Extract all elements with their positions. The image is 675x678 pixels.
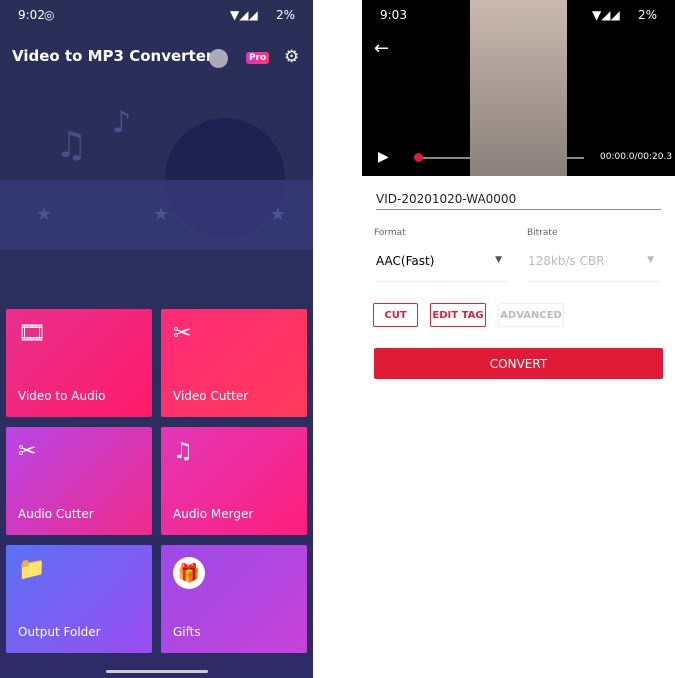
nav-handle[interactable]	[106, 670, 208, 673]
format-select[interactable]: AAC(Fast) ▼	[376, 254, 508, 282]
music-note-icon: ♫	[55, 125, 88, 166]
music-note-icon: ♪	[112, 105, 132, 140]
seek-thumb[interactable]	[414, 153, 423, 162]
star-icons: ★ ★ ★	[36, 204, 286, 225]
scissors-film-icon: ✂	[173, 321, 192, 346]
status-time: 9:03	[380, 8, 407, 22]
seek-bar[interactable]	[418, 157, 584, 159]
whatsapp-icon: ◎	[44, 8, 55, 22]
video-audio-icon: 🎞	[18, 321, 46, 346]
merge-note-icon: ♫	[173, 439, 193, 464]
dropdown-arrow-icon: ▼	[647, 255, 654, 265]
signal-icon: ▼◢◢	[230, 8, 258, 22]
bitrate-select[interactable]: 128kb/s CBR ▼	[528, 254, 660, 282]
status-time: 9:02	[18, 8, 45, 22]
battery-text: 2%	[276, 8, 296, 22]
time-readout: 00:00.0/00:20.3	[600, 152, 673, 162]
signal-icon: ▼◢◢	[592, 8, 620, 22]
gift-icon: 🎁	[173, 557, 205, 589]
advanced-button[interactable]: ADVANCED	[498, 303, 564, 327]
tile-audio-merger[interactable]: ♫ Audio Merger	[161, 427, 307, 535]
cut-button[interactable]: CUT	[373, 303, 418, 327]
pro-badge[interactable]: Pro	[246, 52, 270, 64]
tile-video-cutter[interactable]: ✂ Video Cutter	[161, 309, 307, 417]
convert-screen: 9:03 ▼◢◢ 2% ← ▶ 00:00.0/00:20.3 VID-2020…	[362, 0, 675, 678]
tile-video-to-audio[interactable]: 🎞 Video to Audio	[6, 309, 152, 417]
scissors-note-icon: ✂	[18, 439, 37, 464]
home-screen: 9:02 ◎ ▼◢◢ 2% Video to MP3 Converter Pro…	[0, 0, 313, 678]
bitrate-value: 128kb/s CBR	[528, 254, 605, 268]
filename-input[interactable]: VID-20201020-WA0000	[376, 192, 661, 210]
dropdown-arrow-icon: ▼	[495, 255, 502, 265]
settings-icon[interactable]: ⚙	[284, 47, 299, 67]
ad-icon[interactable]	[209, 49, 228, 68]
format-value: AAC(Fast)	[376, 254, 435, 268]
video-frame	[470, 0, 567, 176]
video-player[interactable]: 9:03 ▼◢◢ 2% ← ▶ 00:00.0/00:20.3	[362, 0, 675, 176]
convert-button[interactable]: CONVERT	[374, 348, 663, 379]
play-icon[interactable]: ▶	[378, 149, 389, 165]
folder-arrow-icon: 📁	[18, 557, 46, 582]
tile-audio-cutter[interactable]: ✂ Audio Cutter	[6, 427, 152, 535]
tile-gifts[interactable]: 🎁 Gifts	[161, 545, 307, 653]
edit-tag-button[interactable]: EDIT TAG	[430, 303, 486, 327]
app-title: Video to MP3 Converter	[12, 47, 214, 65]
back-arrow-icon[interactable]: ←	[374, 38, 389, 59]
bitrate-label: Bitrate	[527, 228, 558, 238]
battery-text: 2%	[638, 8, 658, 22]
format-label: Format	[374, 228, 406, 238]
tile-output-folder[interactable]: 📁 Output Folder	[6, 545, 152, 653]
